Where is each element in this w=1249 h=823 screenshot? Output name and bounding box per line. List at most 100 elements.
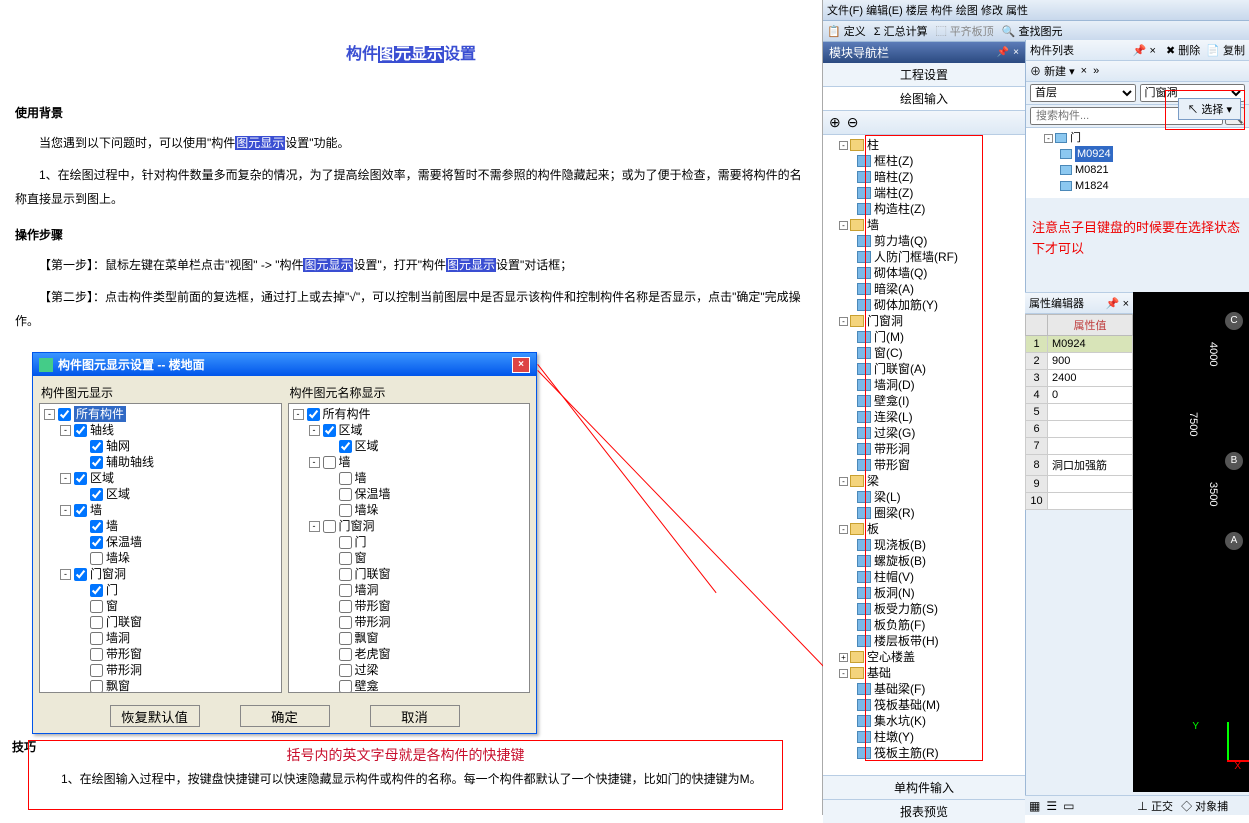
tree-name-display[interactable]: -所有构件-区域区域-墙墙保温墙墙垛-门窗洞门窗门联窗墙洞带形窗带形洞飘窗老虎窗…	[288, 403, 531, 693]
nav-item[interactable]: 框柱(Z)	[825, 153, 1023, 169]
component-item[interactable]: M0924	[1028, 146, 1247, 162]
pin-icon[interactable]: 📌 ×	[1106, 297, 1129, 310]
component-item[interactable]: -门	[1028, 130, 1247, 146]
tree-node[interactable]: -墙	[291, 454, 528, 470]
property-row[interactable]: 1M0924	[1026, 336, 1133, 353]
delete-icon[interactable]: ×	[1081, 65, 1087, 77]
expand-icon[interactable]: -	[839, 477, 848, 486]
tree-checkbox[interactable]	[339, 664, 352, 677]
tree-checkbox[interactable]	[90, 456, 103, 469]
cancel-button[interactable]: 取消	[370, 705, 460, 727]
property-row[interactable]: 7	[1026, 438, 1133, 455]
expand-icon[interactable]: -	[60, 569, 71, 580]
property-row[interactable]: 32400	[1026, 370, 1133, 387]
menu-items[interactable]: 文件(F) 编辑(E) 楼层 构件 绘图 修改 属性	[827, 2, 1028, 18]
dialog-titlebar[interactable]: 构件图元显示设置 -- 楼地面 ×	[33, 353, 536, 376]
copy-button[interactable]: 📄 复制	[1206, 42, 1245, 58]
osnap-toggle[interactable]: ◇ 对象捕	[1181, 798, 1228, 814]
tree-node[interactable]: 飘窗	[42, 678, 279, 693]
nav-tree[interactable]: -柱框柱(Z)暗柱(Z)端柱(Z)构造柱(Z)-墙剪力墙(Q)人防门框墙(RF)…	[823, 135, 1025, 775]
property-row[interactable]: 8洞口加强筋	[1026, 455, 1133, 476]
tree-node[interactable]: 区域	[42, 486, 279, 502]
tree-node[interactable]: 窗	[291, 550, 528, 566]
nav-item[interactable]: -梁	[825, 473, 1023, 489]
tree-checkbox[interactable]	[74, 472, 87, 485]
tree-node[interactable]: 带形洞	[291, 614, 528, 630]
tree-checkbox[interactable]	[339, 440, 352, 453]
property-row[interactable]: 10	[1026, 493, 1133, 510]
tree-node[interactable]: 保温墙	[291, 486, 528, 502]
nav-item[interactable]: 剪力墙(Q)	[825, 233, 1023, 249]
tree-checkbox[interactable]	[90, 536, 103, 549]
tab-project-settings[interactable]: 工程设置	[823, 63, 1025, 87]
tree-checkbox[interactable]	[90, 632, 103, 645]
tree-node[interactable]: -所有构件	[42, 406, 279, 422]
more-icon[interactable]: »	[1093, 65, 1099, 77]
tree-node[interactable]: -区域	[42, 470, 279, 486]
nav-item[interactable]: 构造柱(Z)	[825, 201, 1023, 217]
tree-checkbox[interactable]	[323, 520, 336, 533]
reset-button[interactable]: 恢复默认值	[110, 705, 200, 727]
pin-icon[interactable]: 📌 ×	[1133, 44, 1156, 57]
tree-checkbox[interactable]	[339, 632, 352, 645]
floor-select[interactable]: 首层	[1030, 84, 1136, 102]
nav-item[interactable]: 窗(C)	[825, 345, 1023, 361]
tree-checkbox[interactable]	[307, 408, 320, 421]
nav-item[interactable]: 板负筋(F)	[825, 617, 1023, 633]
tree-node[interactable]: 门联窗	[291, 566, 528, 582]
nav-item[interactable]: 连梁(L)	[825, 409, 1023, 425]
tree-node[interactable]: 墙垛	[291, 502, 528, 518]
property-row[interactable]: 9	[1026, 476, 1133, 493]
tree-node[interactable]: 辅助轴线	[42, 454, 279, 470]
nav-item[interactable]: 壁龛(I)	[825, 393, 1023, 409]
tree-checkbox[interactable]	[339, 536, 352, 549]
tree-checkbox[interactable]	[90, 664, 103, 677]
expand-icon[interactable]: -	[839, 525, 848, 534]
nav-item[interactable]: 筏板基础(M)	[825, 697, 1023, 713]
tree-node[interactable]: 保温墙	[42, 534, 279, 550]
expand-icon[interactable]: -	[293, 409, 304, 420]
expand-icon[interactable]: -	[309, 521, 320, 532]
nav-item[interactable]: 过梁(G)	[825, 425, 1023, 441]
nav-item[interactable]: 端柱(Z)	[825, 185, 1023, 201]
tree-checkbox[interactable]	[339, 552, 352, 565]
grid-icon[interactable]: ▦	[1029, 799, 1040, 813]
tree-node[interactable]: 带形窗	[291, 598, 528, 614]
expand-icon[interactable]: -	[309, 425, 320, 436]
delete-button[interactable]: ✖ 删除	[1166, 42, 1200, 58]
tree-node[interactable]: 轴网	[42, 438, 279, 454]
expand-icon[interactable]: +	[839, 653, 848, 662]
tree-node[interactable]: -区域	[291, 422, 528, 438]
property-row[interactable]: 2900	[1026, 353, 1133, 370]
nav-item[interactable]: -门窗洞	[825, 313, 1023, 329]
ok-button[interactable]: 确定	[240, 705, 330, 727]
tree-node[interactable]: 老虎窗	[291, 646, 528, 662]
tree-checkbox[interactable]	[90, 648, 103, 661]
sum-button[interactable]: Σ 汇总计算	[874, 23, 928, 39]
expand-icon[interactable]: -	[44, 409, 55, 420]
tree-node[interactable]: 区域	[291, 438, 528, 454]
tree-node[interactable]: 墙洞	[291, 582, 528, 598]
nav-item[interactable]: 楼层板带(H)	[825, 633, 1023, 649]
property-row[interactable]: 40	[1026, 387, 1133, 404]
tree-checkbox[interactable]	[58, 408, 71, 421]
tree-checkbox[interactable]	[339, 568, 352, 581]
nav-item[interactable]: 人防门框墙(RF)	[825, 249, 1023, 265]
tree-node[interactable]: -门窗洞	[42, 566, 279, 582]
expand-icon[interactable]: ⊕	[829, 114, 841, 131]
tree-checkbox[interactable]	[90, 488, 103, 501]
grid-point-b[interactable]: B	[1225, 452, 1243, 470]
tree-checkbox[interactable]	[90, 552, 103, 565]
tree-node[interactable]: 壁龛	[291, 678, 528, 693]
tab-single-input[interactable]: 单构件输入	[823, 775, 1025, 799]
expand-icon[interactable]: -	[839, 221, 848, 230]
tree-node[interactable]: 飘窗	[291, 630, 528, 646]
tree-display[interactable]: -所有构件-轴线轴网辅助轴线-区域区域-墙墙保温墙墙垛-门窗洞门窗门联窗墙洞带形…	[39, 403, 282, 693]
tree-node[interactable]: -轴线	[42, 422, 279, 438]
nav-item[interactable]: -板	[825, 521, 1023, 537]
tree-node[interactable]: 墙垛	[42, 550, 279, 566]
nav-item[interactable]: +空心楼盖	[825, 649, 1023, 665]
nav-item[interactable]: 门联窗(A)	[825, 361, 1023, 377]
nav-item[interactable]: 柱帽(V)	[825, 569, 1023, 585]
nav-item[interactable]: 集水坑(K)	[825, 713, 1023, 729]
